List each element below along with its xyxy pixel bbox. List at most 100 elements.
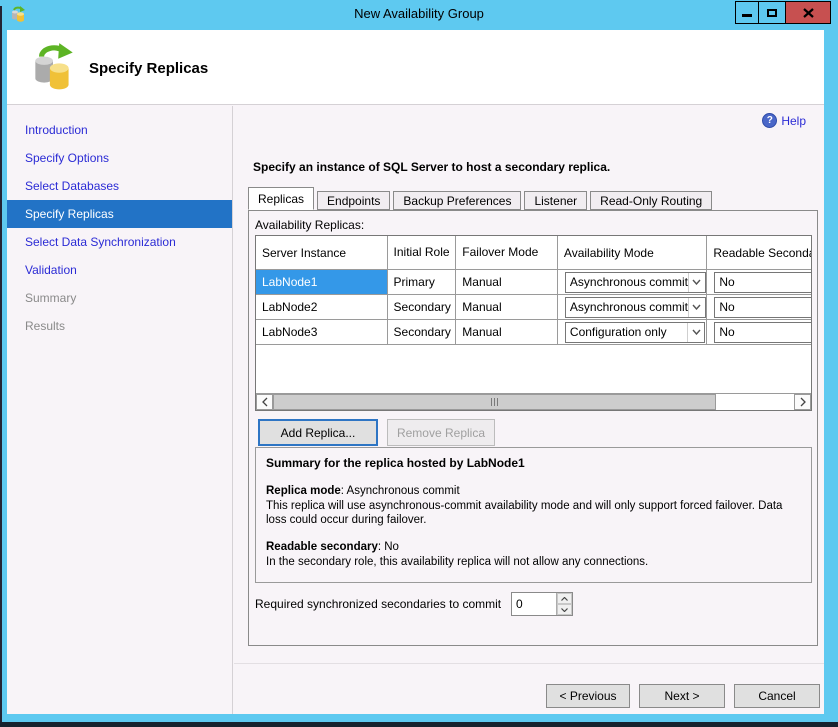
cell-server-instance[interactable]: LabNode3 — [256, 320, 388, 344]
close-icon — [803, 8, 814, 18]
cell-readable-secondary: No — [707, 270, 811, 294]
readable-secondary-dropdown[interactable]: No — [714, 272, 811, 293]
tab-read-only-routing[interactable]: Read-Only Routing — [590, 191, 712, 210]
tab-strip: Replicas Endpoints Backup Preferences Li… — [248, 188, 715, 210]
tab-backup-preferences[interactable]: Backup Preferences — [393, 191, 521, 210]
sidebar-item-validation[interactable]: Validation — [7, 256, 232, 284]
scroll-right-button[interactable] — [794, 394, 811, 410]
cell-failover-mode: Manual — [456, 270, 558, 294]
cell-availability-mode: Asynchronous commit — [558, 295, 707, 319]
scroll-left-icon — [262, 397, 268, 407]
sidebar-item-introduction[interactable]: Introduction — [7, 116, 232, 144]
help-label: Help — [781, 114, 806, 128]
column-header-initial-role: Initial Role — [388, 236, 457, 269]
grip-icon — [497, 398, 498, 406]
titlebar[interactable]: New Availability Group — [0, 0, 838, 30]
replica-mode-summary: Replica mode: Asynchronous commit This r… — [266, 484, 801, 529]
cell-server-instance[interactable]: LabNode1 — [256, 270, 388, 294]
spin-up-button[interactable] — [557, 593, 572, 604]
replica-summary-box: Summary for the replica hosted by LabNod… — [255, 447, 812, 583]
replicas-grid: Server Instance Initial Role Failover Mo… — [255, 235, 812, 411]
main-content: ? Help Specify an instance of SQL Server… — [234, 106, 824, 714]
remove-replica-button: Remove Replica — [387, 419, 495, 446]
availability-replicas-label: Availability Replicas: — [255, 218, 364, 232]
readable-secondary-summary: Readable secondary: No In the secondary … — [266, 540, 801, 570]
scroll-right-icon — [800, 397, 806, 407]
chevron-down-icon[interactable] — [687, 323, 704, 342]
sidebar-item-specify-replicas[interactable]: Specify Replicas — [7, 200, 232, 228]
column-header-readable-secondary: Readable Secondary — [707, 236, 811, 269]
replicas-tab-panel: Availability Replicas: Server Instance I… — [248, 210, 818, 646]
window-bottom-edge — [0, 722, 838, 727]
cell-initial-role: Secondary — [388, 295, 457, 319]
tab-replicas[interactable]: Replicas — [248, 187, 314, 210]
dialog-body: Specify Replicas Introduction Specify Op… — [7, 30, 824, 714]
scrollbar-track[interactable] — [273, 394, 794, 410]
availability-mode-dropdown[interactable]: Asynchronous commit — [565, 297, 706, 318]
spin-down-button[interactable] — [557, 604, 572, 615]
scrollbar-thumb[interactable] — [273, 394, 716, 410]
page-title: Specify Replicas — [89, 60, 208, 77]
instruction-text: Specify an instance of SQL Server to hos… — [253, 160, 610, 174]
minimize-button[interactable] — [735, 1, 759, 24]
cell-server-instance[interactable]: LabNode2 — [256, 295, 388, 319]
cancel-button[interactable]: Cancel — [734, 684, 820, 708]
previous-button[interactable]: < Previous — [546, 684, 630, 708]
help-link[interactable]: ? Help — [762, 113, 806, 128]
sidebar-item-summary: Summary — [7, 284, 232, 312]
chevron-down-icon[interactable] — [688, 298, 705, 317]
add-replica-button[interactable]: Add Replica... — [258, 419, 378, 446]
next-button[interactable]: Next > — [639, 684, 725, 708]
horizontal-scrollbar[interactable] — [256, 393, 811, 410]
tab-endpoints[interactable]: Endpoints — [317, 191, 390, 210]
grid-header-row: Server Instance Initial Role Failover Mo… — [256, 236, 811, 270]
cell-readable-secondary: No — [707, 320, 811, 344]
cell-failover-mode: Manual — [456, 295, 558, 319]
tab-listener[interactable]: Listener — [524, 191, 587, 210]
table-row[interactable]: LabNode3 Secondary Manual Configuration … — [256, 320, 811, 345]
cell-readable-secondary: No — [707, 295, 811, 319]
sidebar-item-specify-options[interactable]: Specify Options — [7, 144, 232, 172]
quorum-spinner — [511, 592, 573, 616]
readable-secondary-dropdown[interactable]: No — [714, 297, 811, 318]
column-header-server-instance: Server Instance — [256, 236, 388, 269]
cell-initial-role: Secondary — [388, 320, 457, 344]
quorum-input[interactable] — [512, 593, 556, 615]
chevron-up-icon — [561, 597, 568, 601]
maximize-icon — [767, 9, 777, 17]
column-header-failover-mode: Failover Mode — [456, 236, 558, 269]
scroll-left-button[interactable] — [256, 394, 273, 410]
maximize-button[interactable] — [759, 1, 786, 24]
grid-empty-area — [256, 345, 811, 393]
wizard-header: Specify Replicas — [7, 30, 824, 105]
window-title: New Availability Group — [0, 6, 838, 21]
cell-initial-role: Primary — [388, 270, 457, 294]
availability-mode-dropdown[interactable]: Configuration only — [565, 322, 705, 343]
quorum-row: Required synchronized secondaries to com… — [255, 592, 573, 616]
readable-secondary-description: In the secondary role, this availability… — [266, 555, 801, 570]
grip-icon — [491, 398, 492, 406]
sidebar-item-select-data-synchronization[interactable]: Select Data Synchronization — [7, 228, 232, 256]
table-row[interactable]: LabNode1 Primary Manual Asynchronous com… — [256, 270, 811, 295]
wizard-window: New Availability Group — [0, 0, 838, 727]
grip-icon — [494, 398, 495, 406]
summary-title: Summary for the replica hosted by LabNod… — [266, 456, 801, 472]
replica-mode-description: This replica will use asynchronous-commi… — [266, 499, 801, 529]
cell-availability-mode: Configuration only — [558, 320, 707, 344]
sidebar-item-select-databases[interactable]: Select Databases — [7, 172, 232, 200]
readable-secondary-dropdown[interactable]: No — [714, 322, 811, 343]
replicas-icon — [27, 40, 79, 94]
cell-failover-mode: Manual — [456, 320, 558, 344]
availability-mode-dropdown[interactable]: Asynchronous commit — [565, 272, 706, 293]
close-button[interactable] — [786, 1, 831, 24]
window-edge — [0, 6, 2, 727]
help-icon: ? — [762, 113, 777, 128]
cell-availability-mode: Asynchronous commit — [558, 270, 707, 294]
chevron-down-icon — [561, 608, 568, 612]
column-header-availability-mode: Availability Mode — [558, 236, 707, 269]
sidebar-item-results: Results — [7, 312, 232, 340]
minimize-icon — [742, 14, 752, 17]
table-row[interactable]: LabNode2 Secondary Manual Asynchronous c… — [256, 295, 811, 320]
chevron-down-icon[interactable] — [688, 273, 705, 292]
footer-divider — [234, 663, 824, 664]
